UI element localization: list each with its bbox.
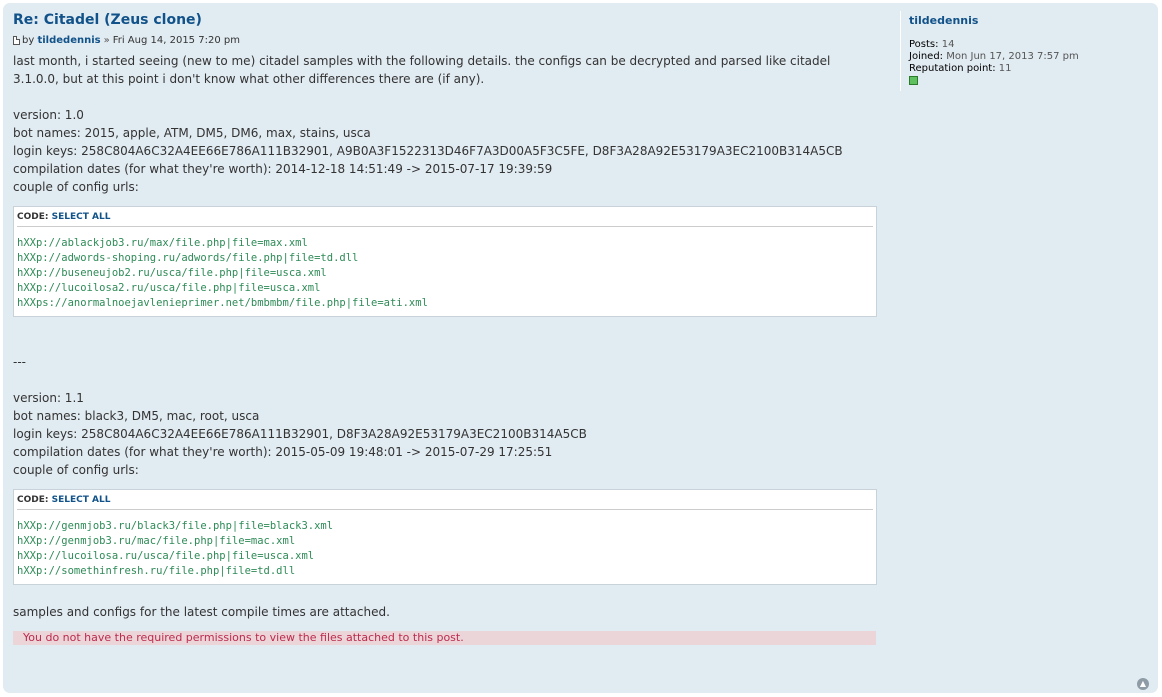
post-container: Re: Citadel (Zeus clone) by tildedennis … xyxy=(3,3,1158,693)
code-box-header: CODE: SELECT ALL xyxy=(17,210,873,227)
joined-label: Joined: xyxy=(909,51,944,62)
code-line: hXXp://adwords-shoping.ru/adwords/file.p… xyxy=(17,252,359,264)
code-box-1: CODE: SELECT ALL hXXp://ablackjob3.ru/ma… xyxy=(13,206,877,317)
posts-label: Posts: xyxy=(909,39,939,50)
post-icon[interactable] xyxy=(13,36,20,45)
bot-names-2: bot names: black3, DM5, mac, root, usca xyxy=(13,409,260,423)
reputation-label: Reputation point: xyxy=(909,63,996,74)
separator-raquo: » xyxy=(103,35,110,46)
joined-value: Mon Jun 17, 2013 7:57 pm xyxy=(946,51,1079,62)
profile-reputation: Reputation point: 11 xyxy=(909,63,1159,75)
permission-notice: You do not have the required permissions… xyxy=(13,631,876,645)
arrow-up-icon[interactable]: ▲ xyxy=(1137,678,1149,690)
posts-value[interactable]: 14 xyxy=(942,39,955,50)
code-line: hXXp://lucoilosa.ru/usca/file.php|file=u… xyxy=(17,550,315,562)
login-keys-1: login keys: 258C804A6C32A4EE66E786A111B3… xyxy=(13,144,843,158)
post-date: Fri Aug 14, 2015 7:20 pm xyxy=(112,35,240,46)
profile-username[interactable]: tildedennis xyxy=(909,15,1159,27)
select-all-link[interactable]: SELECT ALL xyxy=(52,495,111,505)
post-content: last month, i started seeing (new to me)… xyxy=(13,52,879,645)
compilation-dates-1: compilation dates (for what they're wort… xyxy=(13,162,553,176)
code-label: CODE: xyxy=(17,495,49,505)
post-author-line: by tildedennis » Fri Aug 14, 2015 7:20 p… xyxy=(13,34,879,47)
code-line: hXXp://buseneujob2.ru/usca/file.php|file… xyxy=(17,267,327,279)
post-body: Re: Citadel (Zeus clone) by tildedennis … xyxy=(13,11,879,645)
author-link[interactable]: tildedennis xyxy=(37,34,100,47)
bot-names-1: bot names: 2015, apple, ATM, DM5, DM6, m… xyxy=(13,126,371,140)
separator-dashes: --- xyxy=(13,355,26,369)
by-label: by xyxy=(22,35,35,46)
login-keys-2: login keys: 258C804A6C32A4EE66E786A111B3… xyxy=(13,427,587,441)
code-line: hXXp://lucoilosa2.ru/usca/file.php|file=… xyxy=(17,282,321,294)
profile-joined: Joined: Mon Jun 17, 2013 7:57 pm xyxy=(909,51,1159,63)
code-label: CODE: xyxy=(17,212,49,222)
post-profile: tildedennis Posts: 14 Joined: Mon Jun 17… xyxy=(900,11,1159,91)
intro-text: last month, i started seeing (new to me)… xyxy=(13,54,831,86)
profile-stats: Posts: 14 Joined: Mon Jun 17, 2013 7:57 … xyxy=(909,39,1159,89)
code-box-2: CODE: SELECT ALL hXXp://genmjob3.ru/blac… xyxy=(13,489,877,585)
code-line: hXXps://anormalnoejavlenieprimer.net/bmb… xyxy=(17,297,428,309)
version-1: version: 1.0 xyxy=(13,108,84,122)
profile-posts: Posts: 14 xyxy=(909,39,1159,51)
compilation-dates-2: compilation dates (for what they're wort… xyxy=(13,445,553,459)
code-line: hXXp://ablackjob3.ru/max/file.php|file=m… xyxy=(17,237,308,249)
code-line: hXXp://somethinfresh.ru/file.php|file=td… xyxy=(17,565,296,577)
reputation-square-icon xyxy=(909,76,918,85)
select-all-link[interactable]: SELECT ALL xyxy=(52,212,111,222)
code-line: hXXp://genmjob3.ru/mac/file.php|file=mac… xyxy=(17,535,296,547)
config-urls-label-1: couple of config urls: xyxy=(13,180,139,194)
config-urls-label-2: couple of config urls: xyxy=(13,463,139,477)
code-box-header: CODE: SELECT ALL xyxy=(17,493,873,510)
reputation-value: 11 xyxy=(998,63,1012,74)
closing-text: samples and configs for the latest compi… xyxy=(13,605,390,619)
post-title[interactable]: Re: Citadel (Zeus clone) xyxy=(13,11,879,29)
version-2: version: 1.1 xyxy=(13,391,84,405)
code-line: hXXp://genmjob3.ru/black3/file.php|file=… xyxy=(17,520,334,532)
